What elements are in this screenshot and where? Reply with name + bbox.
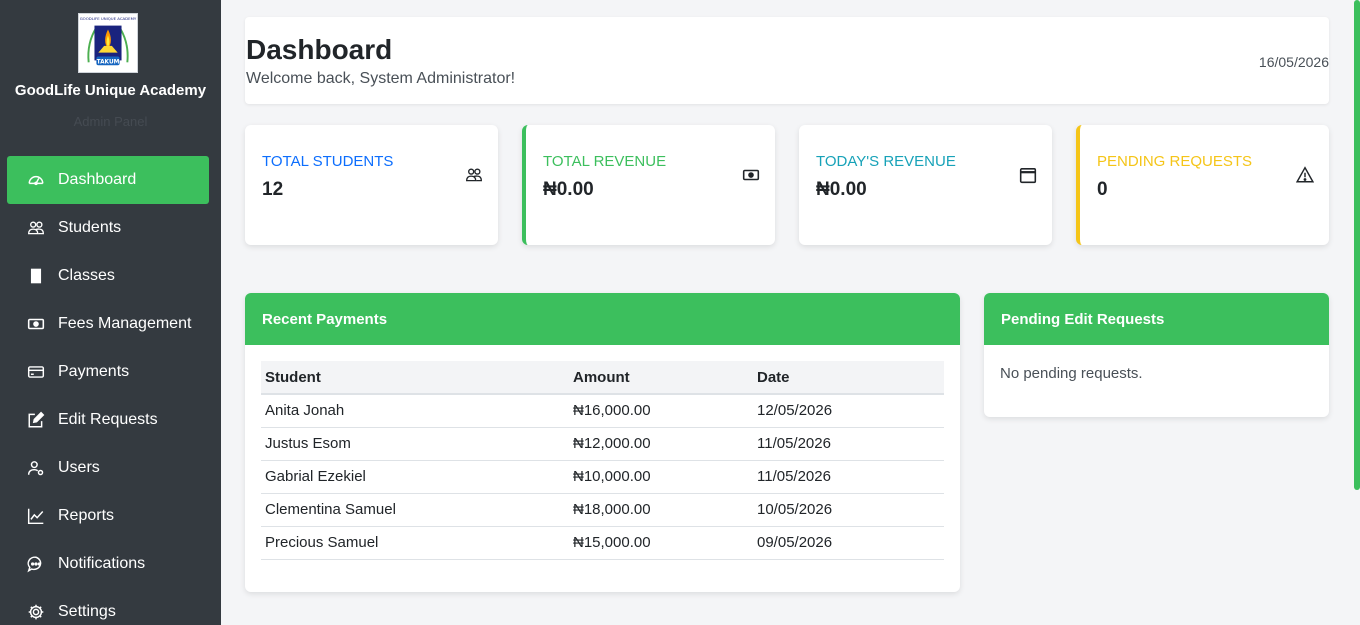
sidebar-item-edit-requests[interactable]: Edit Requests [7, 396, 209, 444]
table-row: Precious Samuel ₦15,000.00 09/05/2026 [261, 526, 944, 560]
sidebar-item-fees-management[interactable]: Fees Management [7, 300, 209, 348]
sidebar-item-settings[interactable]: Settings [7, 588, 209, 625]
stat-card-todays-revenue: TODAY'S REVENUE ₦0.00 [799, 125, 1052, 245]
stat-value: ₦0.00 [543, 179, 594, 200]
cash-icon [27, 315, 45, 333]
warning-icon [1295, 166, 1315, 184]
table-row: Gabrial Ezekiel ₦10,000.00 11/05/2026 [261, 460, 944, 494]
cell-amount: ₦10,000.00 [569, 460, 753, 494]
cash-icon [742, 166, 760, 184]
panel-title: Recent Payments [245, 293, 960, 345]
sidebar-item-dashboard[interactable]: Dashboard [7, 156, 209, 204]
scrollbar[interactable] [1354, 0, 1360, 490]
cell-amount: ₦15,000.00 [569, 526, 753, 560]
panel-title: Pending Edit Requests [984, 293, 1329, 345]
stat-label: TOTAL STUDENTS [262, 153, 394, 170]
stat-value: ₦0.00 [816, 179, 867, 200]
cell-amount: ₦12,000.00 [569, 427, 753, 461]
stat-value: 12 [262, 179, 284, 200]
user-gear-icon [27, 459, 45, 477]
sidebar-item-notifications[interactable]: Notifications [7, 540, 209, 588]
sidebar-item-label: Students [58, 219, 122, 236]
academy-logo: GOODLIFE UNIQUE ACADEMY TAKUM [78, 13, 138, 73]
page-title: Dashboard [246, 34, 393, 65]
brand-name: GoodLife Unique Academy [14, 82, 207, 99]
stat-value: 0 [1097, 179, 1108, 200]
sidebar-item-label: Notifications [58, 555, 146, 572]
stat-label: PENDING REQUESTS [1097, 153, 1253, 170]
sidebar-item-users[interactable]: Users [7, 444, 209, 492]
sidebar-item-payments[interactable]: Payments [7, 348, 209, 396]
sidebar-item-reports[interactable]: Reports [7, 492, 209, 540]
table-row: Anita Jonah ₦16,000.00 12/05/2026 [261, 394, 944, 428]
brand-subtitle: Admin Panel [73, 114, 148, 129]
sidebar-item-classes[interactable]: Classes [7, 252, 209, 300]
cell-date: 11/05/2026 [753, 460, 944, 494]
book-icon [27, 267, 45, 285]
chart-line-icon [27, 507, 45, 525]
sidebar-nav: Dashboard Students Classes Fees Manageme… [7, 156, 209, 625]
cell-student: Precious Samuel [261, 526, 569, 560]
people-icon [27, 219, 45, 237]
cell-student: Anita Jonah [261, 394, 569, 428]
cell-student: Justus Esom [261, 427, 569, 461]
stat-card-total-students: TOTAL STUDENTS 12 [245, 125, 498, 245]
sidebar-item-label: Users [58, 459, 100, 476]
cell-date: 12/05/2026 [753, 394, 944, 428]
sidebar-item-label: Settings [58, 603, 116, 620]
column-header-date: Date [753, 361, 944, 395]
sidebar-item-label: Dashboard [58, 171, 137, 188]
sidebar-item-students[interactable]: Students [7, 204, 209, 252]
table-row: Justus Esom ₦12,000.00 11/05/2026 [261, 427, 944, 461]
calendar-icon [1019, 166, 1037, 184]
cell-date: 10/05/2026 [753, 493, 944, 527]
stat-label: TOTAL REVENUE [543, 153, 667, 170]
stat-card-pending-requests: PENDING REQUESTS 0 [1076, 125, 1329, 245]
logo-top-text: GOODLIFE UNIQUE ACADEMY [80, 16, 137, 21]
credit-card-icon [27, 363, 45, 381]
cell-student: Clementina Samuel [261, 493, 569, 527]
recent-payments-table: Student Amount Date Anita Jonah ₦16,000.… [261, 361, 944, 560]
welcome-message: Welcome back, System Administrator! [246, 70, 516, 87]
sidebar-item-label: Reports [58, 507, 115, 524]
cell-date: 09/05/2026 [753, 526, 944, 560]
recent-payments-panel: Recent Payments Student Amount Date Anit… [245, 293, 960, 592]
page-header: Dashboard Welcome back, System Administr… [245, 17, 1329, 104]
cell-student: Gabrial Ezekiel [261, 460, 569, 494]
sidebar-item-label: Payments [58, 363, 130, 380]
sidebar-item-label: Classes [58, 267, 115, 284]
gauge-icon [27, 171, 45, 189]
column-header-amount: Amount [569, 361, 753, 395]
sidebar: GOODLIFE UNIQUE ACADEMY TAKUM GoodLife U… [0, 0, 221, 625]
current-date: 16/05/2026 [1258, 54, 1329, 70]
chat-dots-icon [27, 555, 45, 573]
cell-amount: ₦16,000.00 [569, 394, 753, 428]
table-row: Clementina Samuel ₦18,000.00 10/05/2026 [261, 493, 944, 527]
cell-amount: ₦18,000.00 [569, 493, 753, 527]
table-header-row: Student Amount Date [261, 361, 944, 395]
pencil-square-icon [27, 411, 45, 429]
sidebar-item-label: Fees Management [58, 315, 192, 332]
pending-edit-requests-panel: Pending Edit Requests No pending request… [984, 293, 1329, 417]
stat-card-total-revenue: TOTAL REVENUE ₦0.00 [522, 125, 775, 245]
column-header-student: Student [261, 361, 569, 395]
stat-label: TODAY'S REVENUE [816, 153, 956, 170]
logo-badge-text: TAKUM [97, 59, 120, 65]
sidebar-item-label: Edit Requests [58, 411, 158, 428]
cell-date: 11/05/2026 [753, 427, 944, 461]
gear-icon [27, 603, 45, 621]
people-icon [465, 166, 483, 184]
empty-state-text: No pending requests. [1000, 365, 1143, 382]
